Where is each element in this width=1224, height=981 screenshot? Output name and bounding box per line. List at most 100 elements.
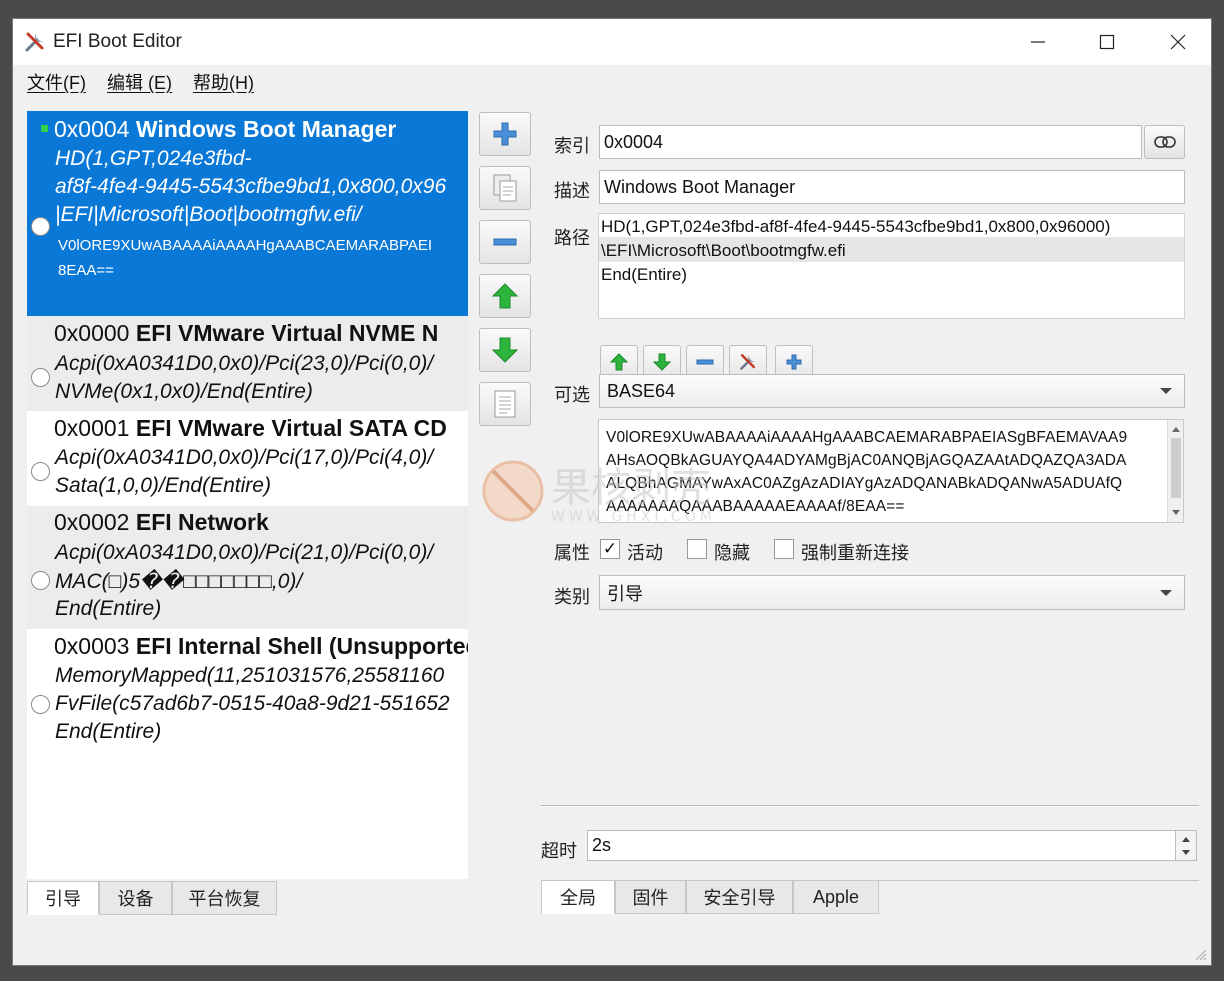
timeout-label: 超时 xyxy=(541,841,577,861)
optional-data-line: V0lORE9XUwABAAAAiAAAAHgAAABCAEMARABPAEIA… xyxy=(606,429,1128,446)
category-select[interactable]: 引导 xyxy=(599,575,1185,610)
copy-icon xyxy=(493,174,517,202)
optional-format-value: BASE64 xyxy=(607,380,676,401)
document-icon xyxy=(494,390,516,418)
move-down-button[interactable] xyxy=(479,328,531,372)
minimize-icon xyxy=(1031,41,1045,43)
tab-platform-recovery[interactable]: 平台恢复 xyxy=(172,881,277,915)
tools-icon xyxy=(25,32,44,52)
minus-icon xyxy=(696,359,714,365)
path-label: 路径 xyxy=(554,228,590,248)
scrollbar[interactable] xyxy=(1167,420,1183,522)
resize-grip-icon[interactable] xyxy=(1193,947,1207,961)
menu-bar: 文件(F) 编辑 (E) 帮助(H) xyxy=(13,65,1211,95)
entry-path-line: HD(1,GPT,024e3fbd- xyxy=(55,147,252,170)
boot-entry-0004[interactable]: 0x0004 Windows Boot Manager HD(1,GPT,024… xyxy=(27,111,468,316)
path-list[interactable]: HD(1,GPT,024e3fbd-af8f-4fe4-9445-5543cfb… xyxy=(598,213,1185,319)
watermark-text: 果核剥壳 xyxy=(551,465,711,511)
tab-devices[interactable]: 设备 xyxy=(99,881,172,915)
active-checkbox[interactable]: ✓ xyxy=(600,539,620,559)
watermark-logo: 果核剥壳 WWW.GHXI.COM xyxy=(482,460,716,525)
minus-icon xyxy=(493,238,517,246)
link-icon xyxy=(1153,136,1176,148)
chevron-down-icon xyxy=(1160,589,1172,596)
hidden-checkbox[interactable] xyxy=(687,539,707,559)
boot-entry-0000[interactable]: 0x0000 EFI VMware Virtual NVME N Acpi(0x… xyxy=(27,316,468,411)
plus-icon xyxy=(786,354,802,370)
optional-label: 可选 xyxy=(554,385,590,405)
boot-entry-list[interactable]: 0x0004 Windows Boot Manager HD(1,GPT,024… xyxy=(27,111,468,879)
path-row[interactable]: HD(1,GPT,024e3fbd-af8f-4fe4-9445-5543cfb… xyxy=(601,217,1110,237)
move-up-button[interactable] xyxy=(479,274,531,318)
force-reconnect-label: 强制重新连接 xyxy=(801,543,909,563)
add-entry-button[interactable] xyxy=(479,112,531,156)
tab-global[interactable]: 全局 xyxy=(541,880,615,914)
timeout-spinner[interactable] xyxy=(1175,830,1197,861)
scroll-up-icon xyxy=(1172,427,1180,432)
details-button[interactable] xyxy=(479,382,531,426)
tab-secure-boot[interactable]: 安全引导 xyxy=(686,880,793,914)
boot-entry-0003[interactable]: 0x0003 EFI Internal Shell (Unsupported M… xyxy=(27,629,468,879)
scroll-thumb[interactable] xyxy=(1171,438,1181,498)
scroll-down-icon xyxy=(1172,510,1180,515)
entry-data-line: 8EAA== xyxy=(58,262,114,279)
entry-header: 0x0002 EFI Network xyxy=(54,509,269,535)
arrow-down-icon xyxy=(492,337,518,363)
arrow-up-icon xyxy=(610,353,628,371)
menu-edit[interactable]: 编辑 (E) xyxy=(107,69,172,95)
timeout-input[interactable]: 2s xyxy=(587,830,1176,861)
entry-path-line: Acpi(0xA0341D0,0x0)/Pci(23,0)/Pci(0,0)/ xyxy=(55,352,434,375)
arrow-down-icon xyxy=(653,353,671,371)
minimize-button[interactable] xyxy=(1007,19,1069,65)
separator xyxy=(541,805,1199,807)
boot-entry-0001[interactable]: 0x0001 EFI VMware Virtual SATA CD Acpi(0… xyxy=(27,411,468,506)
entry-path-line: Sata(1,0,0)/End(Entire) xyxy=(55,474,271,497)
entry-path-line: End(Entire) xyxy=(55,597,162,620)
entry-radio[interactable] xyxy=(31,695,50,714)
app-window: EFI Boot Editor 文件(F) 编辑 (E) 帮助(H) 0x000… xyxy=(12,18,1212,966)
close-icon xyxy=(1170,34,1186,50)
tab-boot[interactable]: 引导 xyxy=(27,881,99,915)
index-label: 索引 xyxy=(554,136,590,156)
maximize-button[interactable] xyxy=(1076,19,1138,65)
entry-path-line: FvFile(c57ad6b7-0515-40a8-9d21-551652 xyxy=(55,692,450,715)
path-row[interactable]: \EFI\Microsoft\Boot\bootmgfw.efi xyxy=(601,241,846,261)
entry-radio[interactable] xyxy=(31,368,50,387)
boot-entry-0002[interactable]: 0x0002 EFI Network Acpi(0xA0341D0,0x0)/P… xyxy=(27,506,468,629)
entry-radio[interactable] xyxy=(31,462,50,481)
description-input[interactable]: Windows Boot Manager xyxy=(599,170,1185,204)
category-label: 类别 xyxy=(554,587,590,607)
force-reconnect-checkbox[interactable] xyxy=(774,539,794,559)
menu-help[interactable]: 帮助(H) xyxy=(193,69,254,95)
active-checkbox-label: 活动 xyxy=(627,543,663,563)
tab-firmware[interactable]: 固件 xyxy=(615,880,686,914)
maximize-icon xyxy=(1099,34,1115,50)
path-row[interactable]: End(Entire) xyxy=(601,265,687,285)
entry-radio[interactable] xyxy=(31,571,50,590)
watermark-url: WWW.GHXI.COM xyxy=(551,509,716,525)
description-label: 描述 xyxy=(554,181,590,201)
entry-path-line: |EFI|Microsoft|Boot|bootmgfw.efi/ xyxy=(55,203,362,226)
chevron-down-icon xyxy=(1160,388,1172,394)
optional-format-select[interactable]: BASE64 xyxy=(599,374,1185,408)
index-input[interactable]: 0x0004 xyxy=(599,125,1142,159)
entry-path-line: MemoryMapped(11,251031576,25581160 xyxy=(55,664,445,687)
entry-header: 0x0001 EFI VMware Virtual SATA CD xyxy=(54,415,447,441)
entry-radio[interactable] xyxy=(31,217,50,236)
entry-path-line: Acpi(0xA0341D0,0x0)/Pci(17,0)/Pci(4,0)/ xyxy=(55,446,434,469)
category-value: 引导 xyxy=(607,583,643,604)
spin-up-icon xyxy=(1182,837,1190,842)
entry-path-line: af8f-4fe4-9445-5543cfbe9bd1,0x800,0x96 xyxy=(55,175,447,198)
hidden-checkbox-label: 隐藏 xyxy=(714,543,750,563)
entry-path-line: NVMe(0x1,0x0)/End(Entire) xyxy=(55,380,313,403)
close-button[interactable] xyxy=(1147,19,1209,65)
title-bar: EFI Boot Editor xyxy=(13,19,1211,65)
entry-header: 0x0004 Windows Boot Manager xyxy=(54,116,397,142)
remove-entry-button[interactable] xyxy=(479,220,531,264)
tab-apple[interactable]: Apple xyxy=(793,880,879,914)
menu-file[interactable]: 文件(F) xyxy=(27,69,86,95)
copy-entry-button[interactable] xyxy=(479,166,531,210)
tools-icon xyxy=(740,354,756,370)
attributes-label: 属性 xyxy=(554,543,590,563)
link-button[interactable] xyxy=(1144,125,1185,159)
